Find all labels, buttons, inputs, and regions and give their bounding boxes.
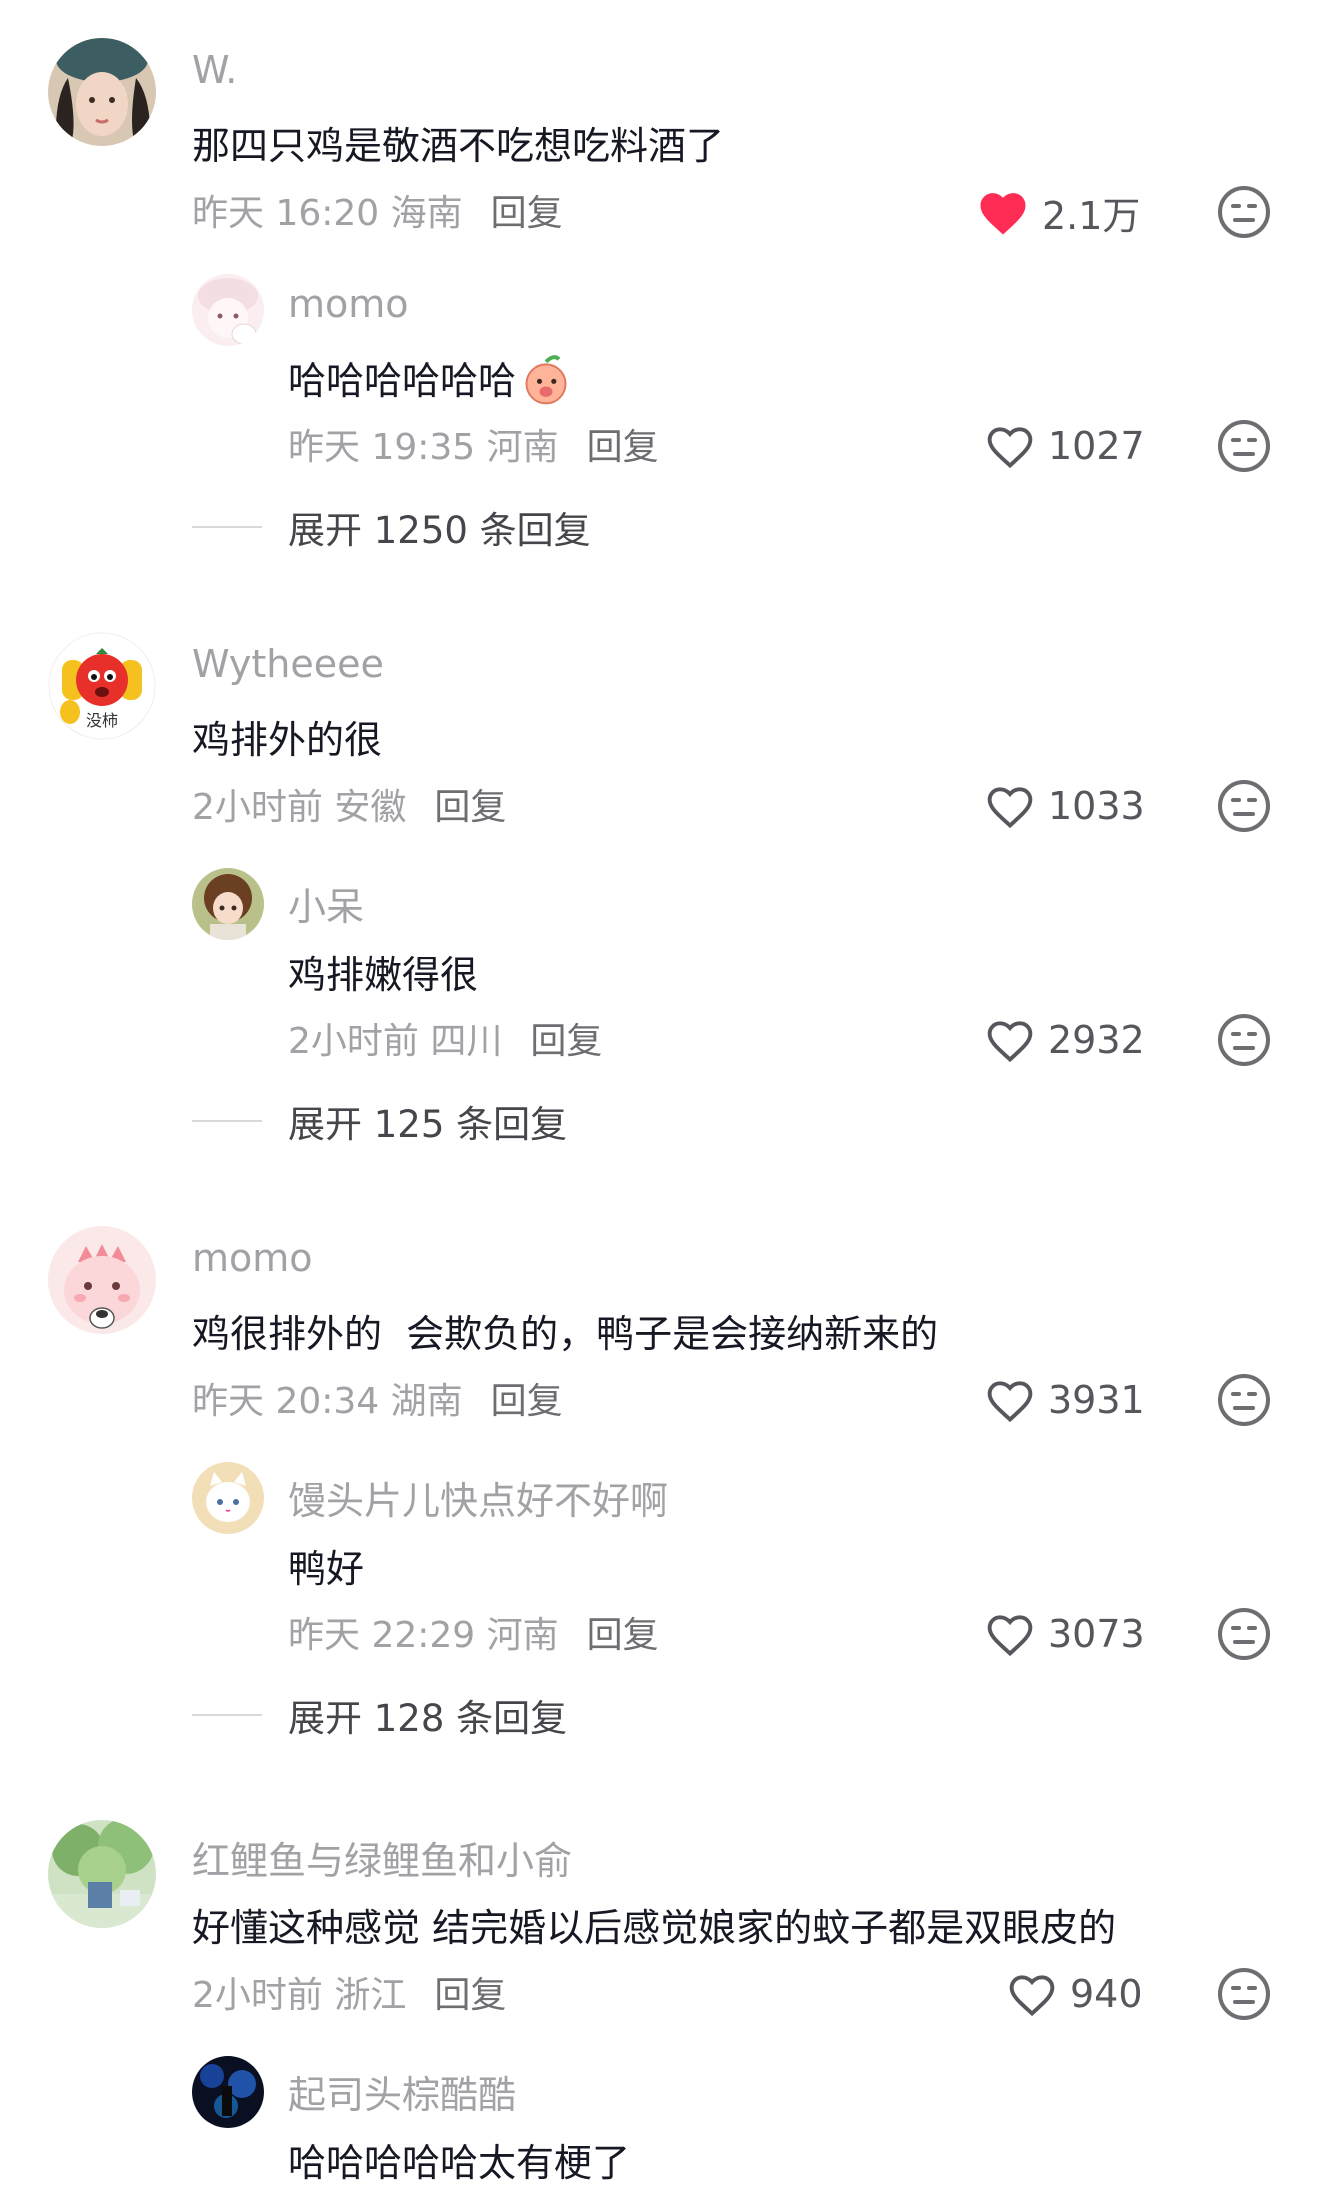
like-count: 2.1万	[1042, 193, 1141, 238]
comment-text: 鸡排外的很	[192, 718, 383, 762]
reply-button[interactable]: 回复	[491, 193, 563, 234]
reply-text: 鸡排嫩得很	[288, 953, 479, 997]
comment-meta: 2小时前 浙江 回复	[192, 1966, 506, 2018]
dislike-face-icon[interactable]	[1216, 778, 1272, 834]
avatar[interactable]: 没柿	[48, 632, 156, 740]
reply-button[interactable]: 回复	[587, 1615, 659, 1656]
like-count: 1033	[1048, 784, 1145, 828]
like-count: 3073	[1048, 1612, 1145, 1656]
divider	[192, 1120, 262, 1122]
reply-button[interactable]: 回复	[434, 1975, 506, 2016]
expand-replies-button[interactable]: 展开 1250 条回复	[192, 500, 591, 554]
reply-time-location: 2小时前 四川	[288, 1021, 503, 1062]
avatar[interactable]	[192, 868, 264, 940]
like-button[interactable]: 1033	[984, 776, 1145, 836]
expand-replies-label: 展开 125 条回复	[288, 1103, 568, 1146]
heart-icon	[987, 1615, 1033, 1657]
comment-username[interactable]: W.	[192, 48, 237, 92]
dislike-face-icon[interactable]	[1216, 1372, 1272, 1428]
comment-time-location: 昨天 16:20 海南	[192, 193, 463, 234]
reply-text: 哈哈哈哈哈太有梗了	[288, 2141, 631, 2185]
like-button[interactable]: 3073	[984, 1604, 1145, 1664]
dislike-face-icon[interactable]	[1216, 418, 1272, 474]
comment-username[interactable]: momo	[192, 1236, 313, 1280]
expand-replies-button[interactable]: 展开 128 条回复	[192, 1688, 567, 1742]
reply-time-location: 昨天 22:29 河南	[288, 1615, 559, 1656]
reply-meta: 2小时前 四川 回复	[288, 1012, 602, 1064]
like-button[interactable]: 1027	[984, 416, 1145, 476]
reply-button[interactable]: 回复	[587, 427, 659, 468]
like-button[interactable]: 3931	[984, 1370, 1145, 1430]
expand-replies-button[interactable]: 展开 125 条回复	[192, 1094, 567, 1148]
comment-time-location: 2小时前 浙江	[192, 1975, 407, 2016]
avatar[interactable]	[192, 274, 264, 346]
comment-text: 那四只鸡是敬酒不吃想吃料酒了	[192, 124, 725, 168]
comment-time-location: 2小时前 安徽	[192, 787, 407, 828]
heart-icon	[987, 1021, 1033, 1063]
heart-filled-icon	[980, 193, 1026, 235]
comment-meta: 2小时前 安徽 回复	[192, 778, 506, 830]
expand-replies-label: 展开 1250 条回复	[288, 509, 591, 552]
reply-text: 鸭好	[288, 1547, 365, 1591]
like-button[interactable]: 2932	[984, 1010, 1145, 1070]
comment-text: 好懂这种感觉 结完婚以后感觉娘家的蚊子都是双眼皮的	[192, 1906, 1117, 1950]
comment-time-location: 昨天 20:34 湖南	[192, 1381, 463, 1422]
like-button[interactable]: 2.1万	[976, 182, 1140, 242]
dislike-face-icon[interactable]	[1216, 184, 1272, 240]
comment-meta: 昨天 16:20 海南 回复	[192, 184, 563, 236]
dislike-face-icon[interactable]	[1216, 1606, 1272, 1662]
avatar[interactable]	[48, 1820, 156, 1928]
reply-username[interactable]: momo	[288, 282, 409, 326]
reply-meta: 昨天 22:29 河南 回复	[288, 1606, 659, 1658]
reply-button[interactable]: 回复	[434, 787, 506, 828]
heart-icon	[987, 787, 1033, 829]
comment-text: 鸡很排外的 会欺负的，鸭子是会接纳新来的	[192, 1312, 939, 1356]
like-button[interactable]: 940	[1006, 1964, 1143, 2024]
reply-text-content: 哈哈哈哈哈哈	[288, 359, 517, 403]
dislike-face-icon[interactable]	[1216, 1012, 1272, 1068]
avatar[interactable]	[48, 1226, 156, 1334]
avatar[interactable]	[48, 38, 156, 146]
reply-button[interactable]: 回复	[530, 1021, 602, 1062]
comment-username[interactable]: Wytheeee	[192, 642, 384, 686]
reply-username[interactable]: 馒头片儿快点好不好啊	[288, 1470, 668, 1525]
avatar[interactable]	[192, 2056, 264, 2128]
reply-button[interactable]: 回复	[491, 1381, 563, 1422]
divider	[192, 526, 262, 528]
like-count: 2932	[1048, 1018, 1145, 1062]
heart-icon	[1009, 1975, 1055, 2017]
like-count: 1027	[1048, 424, 1145, 468]
avatar-text: 没柿	[86, 711, 118, 730]
avatar[interactable]	[192, 1462, 264, 1534]
peach-emoji-icon	[525, 354, 567, 404]
reply-meta: 昨天 19:35 河南 回复	[288, 418, 659, 470]
comment-username[interactable]: 红鲤鱼与绿鲤鱼和小俞	[192, 1830, 572, 1885]
divider	[192, 1714, 262, 1716]
reply-time-location: 昨天 19:35 河南	[288, 427, 559, 468]
reply-text: 哈哈哈哈哈哈	[288, 350, 572, 406]
heart-icon	[987, 1381, 1033, 1423]
dislike-face-icon[interactable]	[1216, 1966, 1272, 2022]
reply-username[interactable]: 小呆	[288, 876, 364, 931]
like-count: 3931	[1048, 1378, 1145, 1422]
comment-meta: 昨天 20:34 湖南 回复	[192, 1372, 563, 1424]
reply-username[interactable]: 起司头棕酷酷	[288, 2064, 516, 2119]
heart-icon	[987, 427, 1033, 469]
like-count: 940	[1070, 1972, 1143, 2016]
expand-replies-label: 展开 128 条回复	[288, 1697, 568, 1740]
